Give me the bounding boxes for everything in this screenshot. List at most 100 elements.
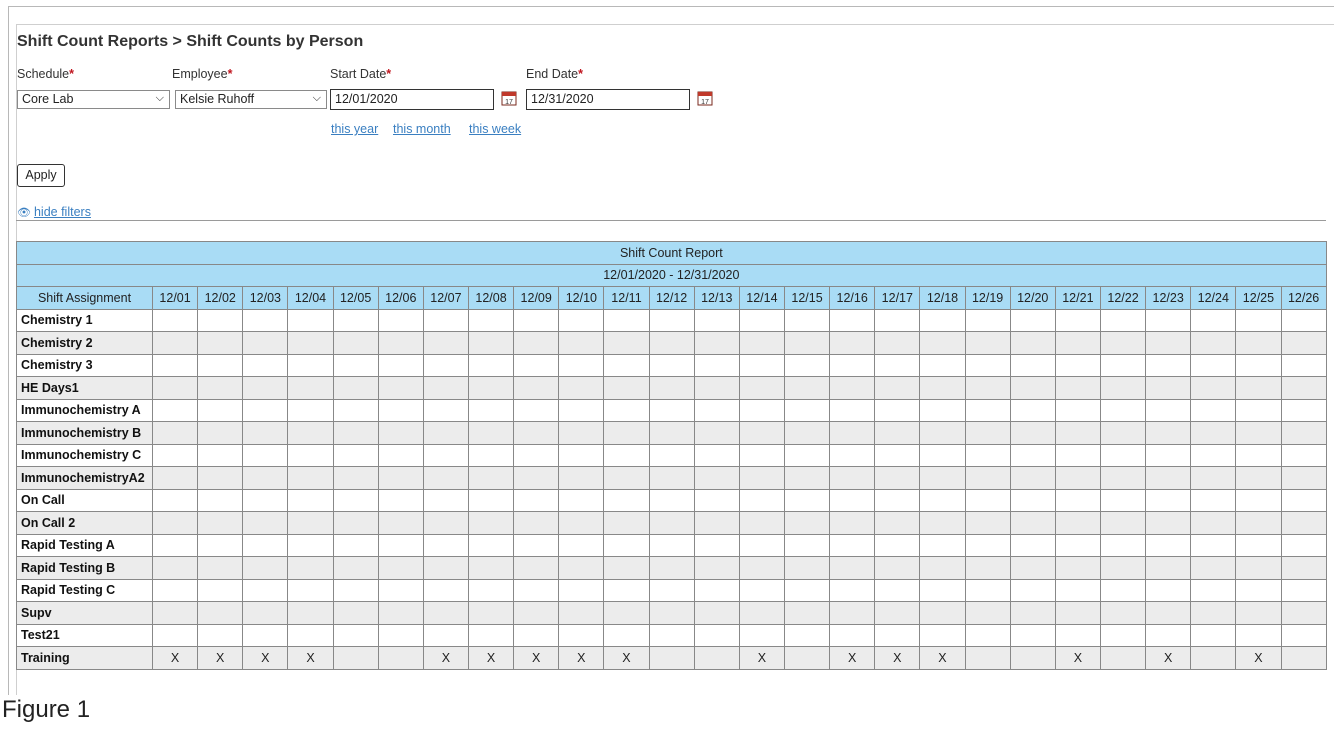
table-cell: [738, 623, 785, 647]
table-cell: [693, 556, 740, 580]
hide-filters-link[interactable]: 👁 hide filters: [17, 205, 91, 219]
table-cell: [513, 601, 560, 625]
table-cell: [1009, 556, 1056, 580]
table-cell: [467, 488, 515, 512]
table-cell: [422, 623, 469, 647]
table-cell: [783, 376, 831, 400]
table-cell: [287, 511, 334, 535]
shift-assignment-name: Rapid Testing B: [16, 556, 153, 580]
table-cell: [603, 533, 650, 557]
table-cell: [558, 511, 605, 535]
date-header: 12/06: [377, 286, 424, 310]
employee-select[interactable]: Kelsie Ruhoff ⌵: [175, 90, 327, 109]
table-cell: [377, 398, 424, 422]
table-cell: [1009, 601, 1056, 625]
end-date-input[interactable]: 12/31/2020: [526, 89, 690, 110]
table-cell: [1054, 601, 1101, 625]
table-cell: [422, 466, 469, 490]
table-cell: [1099, 331, 1147, 355]
table-cell: [242, 353, 289, 377]
table-cell: [558, 376, 605, 400]
table-cell: [829, 331, 876, 355]
table-cell: [1145, 623, 1192, 647]
table-row: Test21: [16, 623, 1327, 647]
table-cell: [422, 556, 469, 580]
shift-assignment-name: On Call 2: [16, 511, 153, 535]
table-cell: [242, 623, 289, 647]
table-cell: [151, 533, 199, 557]
schedule-select[interactable]: Core Lab ⌵: [17, 90, 170, 109]
table-cell: [1054, 556, 1101, 580]
table-cell: [422, 533, 469, 557]
table-cell: [1145, 556, 1192, 580]
table-cell: [603, 353, 650, 377]
table-cell: [1009, 533, 1056, 557]
apply-button[interactable]: Apply: [17, 164, 65, 187]
table-cell: [558, 398, 605, 422]
this-month-link[interactable]: this month: [393, 122, 451, 136]
calendar-icon[interactable]: 17: [501, 90, 517, 106]
shift-assignment-name: Immunochemistry B: [16, 421, 153, 445]
table-cell: [558, 533, 605, 557]
table-cell: [558, 421, 605, 445]
table-cell: [829, 533, 876, 557]
table-cell: [513, 308, 560, 332]
table-cell: [1235, 601, 1282, 625]
table-cell: [1099, 556, 1147, 580]
table-cell: [693, 308, 740, 332]
table-cell: [558, 353, 605, 377]
this-week-link[interactable]: this week: [469, 122, 521, 136]
table-cell: [693, 353, 740, 377]
calendar-icon[interactable]: 17: [697, 90, 713, 106]
table-cell: [738, 443, 785, 467]
shift-assignment-name: ImmunochemistryA2: [16, 466, 153, 490]
table-cell: [1009, 466, 1056, 490]
table-cell: [919, 398, 966, 422]
date-header: 12/04: [287, 286, 334, 310]
table-cell: [513, 466, 560, 490]
table-cell: [738, 578, 785, 602]
table-cell: [332, 308, 379, 332]
table-cell: [422, 601, 469, 625]
shift-assignment-name: Test21: [16, 623, 153, 647]
table-cell: [467, 623, 515, 647]
table-cell: [422, 443, 469, 467]
table-cell: [1280, 331, 1327, 355]
table-cell: [332, 331, 379, 355]
table-row: Rapid Testing C: [16, 578, 1327, 602]
table-cell: [603, 623, 650, 647]
date-header: 12/10: [558, 286, 605, 310]
table-cell: [1145, 353, 1192, 377]
table-cell: [874, 308, 921, 332]
table-cell: [693, 331, 740, 355]
table-cell: [1235, 533, 1282, 557]
table-cell: [1280, 556, 1327, 580]
shift-mark: X: [874, 646, 921, 670]
table-cell: [874, 556, 921, 580]
table-cell: [332, 398, 379, 422]
table-cell: [467, 421, 515, 445]
table-cell: [874, 421, 921, 445]
table-row: Supv: [16, 601, 1327, 625]
table-cell: [242, 556, 289, 580]
date-header: 12/07: [422, 286, 469, 310]
table-cell: [558, 488, 605, 512]
table-cell: [1099, 511, 1147, 535]
table-cell: [738, 556, 785, 580]
start-date-input[interactable]: 12/01/2020: [330, 89, 494, 110]
table-cell: [422, 353, 469, 377]
table-cell: [693, 601, 740, 625]
table-cell: [1009, 623, 1056, 647]
table-cell: [783, 511, 831, 535]
table-cell: [874, 488, 921, 512]
this-year-link[interactable]: this year: [331, 122, 378, 136]
schedule-select-value: Core Lab: [22, 92, 74, 106]
table-cell: [377, 353, 424, 377]
table-cell: [1009, 331, 1056, 355]
table-cell: [603, 308, 650, 332]
table-cell: [422, 331, 469, 355]
table-cell: [693, 488, 740, 512]
shift-assignment-name: Chemistry 2: [16, 331, 153, 355]
table-cell: [467, 533, 515, 557]
table-cell: [1280, 376, 1327, 400]
